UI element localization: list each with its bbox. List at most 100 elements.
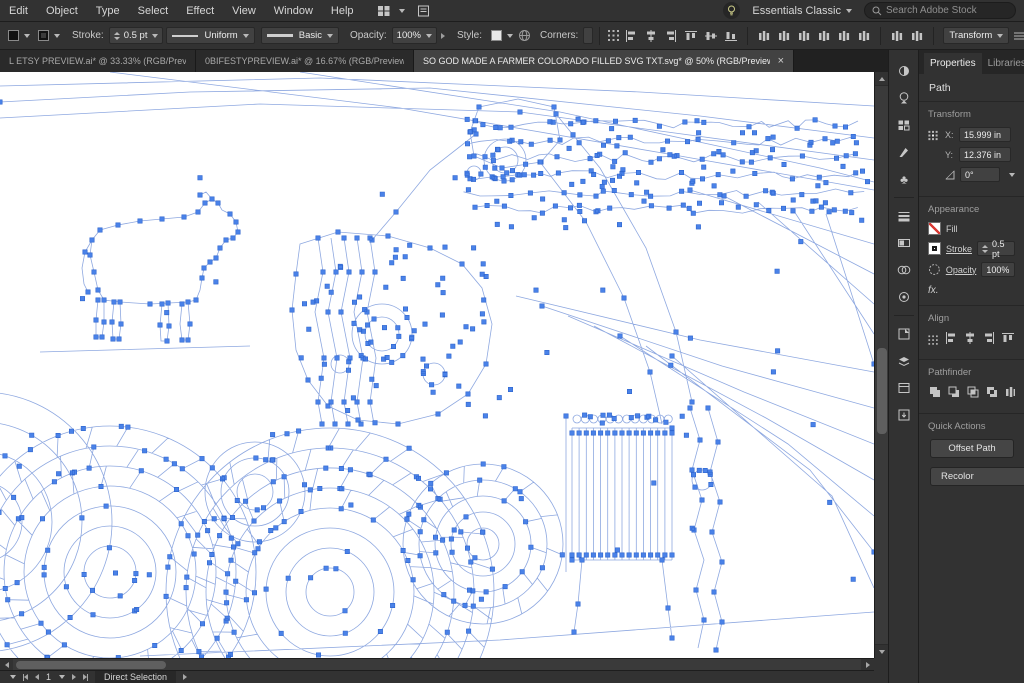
document-setup-button[interactable] — [417, 5, 430, 17]
align-center-icon[interactable] — [642, 27, 660, 45]
align-right-icon[interactable] — [982, 331, 996, 350]
horizontal-scroll-thumb[interactable] — [16, 661, 166, 669]
dist-center-icon[interactable] — [835, 27, 853, 45]
horizontal-scrollbar[interactable] — [0, 658, 874, 671]
brush-definition-dropdown[interactable]: Basic — [260, 27, 339, 44]
control-panel-menu-button[interactable] — [1013, 27, 1024, 45]
align-top-icon[interactable] — [1001, 331, 1015, 350]
align-top-icon[interactable] — [682, 27, 700, 45]
y-field[interactable]: 12.376 in — [959, 147, 1011, 162]
workspace-switcher[interactable]: Essentials Classic — [752, 5, 852, 17]
stroke-panel-icon[interactable] — [893, 207, 915, 225]
stroke-color-dropdown[interactable] — [36, 28, 62, 43]
tab-libraries[interactable]: Libraries — [982, 53, 1024, 74]
symbols-panel-icon[interactable]: ♣ — [893, 170, 915, 188]
exclude-icon[interactable] — [985, 385, 999, 404]
dist-bottom-icon[interactable] — [795, 27, 813, 45]
stepper-icon[interactable] — [982, 244, 989, 253]
reference-point-icon[interactable] — [928, 129, 938, 142]
menu-help[interactable]: Help — [322, 0, 363, 22]
corners-field[interactable] — [583, 27, 594, 44]
opacity-icon[interactable] — [928, 263, 941, 276]
align-center-icon[interactable] — [963, 331, 977, 350]
gradient-panel-icon[interactable] — [893, 234, 915, 252]
divide-icon[interactable] — [1004, 385, 1015, 404]
stepper-icon[interactable] — [113, 31, 120, 40]
stroke-weight-field[interactable]: 0.5 pt — [108, 27, 164, 44]
tab-close-icon[interactable]: × — [778, 56, 784, 67]
align-bottom-icon[interactable] — [722, 27, 740, 45]
rotation-field[interactable]: 0° — [960, 167, 1000, 182]
minus-front-icon[interactable] — [947, 385, 961, 404]
style-dropdown[interactable] — [489, 28, 515, 43]
stroke-weight-field[interactable]: 0.5 pt — [977, 239, 1015, 259]
vertical-scrollbar[interactable] — [874, 72, 889, 658]
fill-none-swatch-icon[interactable] — [928, 222, 941, 235]
fill-label[interactable]: Fill — [946, 224, 958, 234]
align-right-icon[interactable] — [662, 27, 680, 45]
opacity-field[interactable]: 100% — [391, 27, 437, 44]
document-tab[interactable]: 0BIFESTYPREVIEW.ai* @ 16.67% (RGB/Previe… — [196, 50, 414, 72]
intersect-icon[interactable] — [966, 385, 980, 404]
canvas-area[interactable] — [0, 72, 874, 658]
menu-view[interactable]: View — [223, 0, 265, 22]
opacity-field[interactable]: 100% — [981, 262, 1015, 277]
next-artboard-button[interactable] — [72, 674, 77, 680]
last-artboard-button[interactable] — [83, 673, 89, 681]
dist-left-icon[interactable] — [815, 27, 833, 45]
asset-export-panel-icon[interactable] — [893, 406, 915, 424]
x-field[interactable]: 15.999 in — [959, 127, 1011, 142]
stroke-swatch-icon[interactable] — [928, 242, 941, 255]
dist-middle-icon[interactable] — [775, 27, 793, 45]
fill-color-dropdown[interactable] — [6, 28, 32, 43]
previous-artboard-button[interactable] — [35, 674, 39, 680]
fx-button[interactable]: fx. — [928, 283, 1015, 296]
offset-path-button[interactable]: Offset Path — [930, 439, 1014, 458]
stroke-link[interactable]: Stroke — [946, 244, 972, 254]
stock-search[interactable] — [864, 2, 1016, 19]
artboards-panel-icon[interactable] — [893, 379, 915, 397]
layers-panel-icon[interactable] — [893, 352, 915, 370]
dist-top-icon[interactable] — [755, 27, 773, 45]
align-left-icon[interactable] — [944, 331, 958, 350]
recolor-button[interactable]: Recolor — [930, 467, 1024, 486]
vertical-scroll-thumb[interactable] — [877, 348, 887, 434]
anchor-points[interactable] — [0, 99, 874, 658]
variable-width-profile-dropdown[interactable]: Uniform — [166, 27, 255, 44]
arrange-documents-button[interactable] — [377, 5, 405, 17]
menu-window[interactable]: Window — [265, 0, 322, 22]
dist-right-icon[interactable] — [855, 27, 873, 45]
chevron-right-icon[interactable] — [440, 32, 445, 39]
menu-object[interactable]: Object — [37, 0, 87, 22]
transparency-panel-icon[interactable] — [893, 261, 915, 279]
align-middle-icon[interactable] — [702, 27, 720, 45]
align-options-icon[interactable] — [928, 334, 939, 347]
scroll-down-button[interactable] — [875, 644, 889, 658]
scroll-up-button[interactable] — [875, 72, 889, 86]
brushes-panel-icon[interactable] — [893, 143, 915, 161]
artboard-artwork[interactable] — [0, 72, 874, 658]
dist-space-h-icon[interactable] — [888, 27, 906, 45]
align-to-selection-button[interactable] — [607, 27, 620, 45]
status-menu-button[interactable] — [183, 674, 188, 680]
color-guide-panel-icon[interactable] — [893, 89, 915, 107]
menu-edit[interactable]: Edit — [0, 0, 37, 22]
document-tab[interactable]: SO GOD MADE A FARMER COLORADO FILLED SVG… — [414, 50, 794, 72]
chevron-down-icon[interactable] — [1009, 172, 1015, 177]
document-setup-globe-button[interactable] — [518, 27, 531, 45]
dist-space-v-icon[interactable] — [908, 27, 926, 45]
menu-select[interactable]: Select — [129, 0, 178, 22]
tab-properties[interactable]: Properties — [924, 53, 982, 74]
search-input[interactable] — [886, 5, 1004, 16]
swatches-panel-icon[interactable] — [893, 116, 915, 134]
appearance-panel-icon[interactable] — [893, 288, 915, 306]
unite-icon[interactable] — [928, 385, 942, 404]
menu-type[interactable]: Type — [87, 0, 129, 22]
first-artboard-button[interactable] — [23, 673, 28, 681]
zoom-dropdown[interactable] — [5, 675, 16, 679]
menu-effect[interactable]: Effect — [177, 0, 223, 22]
transform-dropdown[interactable]: Transform — [943, 27, 1010, 44]
artboard-navigation[interactable]: 1 — [46, 672, 66, 682]
opacity-link[interactable]: Opacity — [946, 265, 977, 275]
align-left-icon[interactable] — [622, 27, 640, 45]
